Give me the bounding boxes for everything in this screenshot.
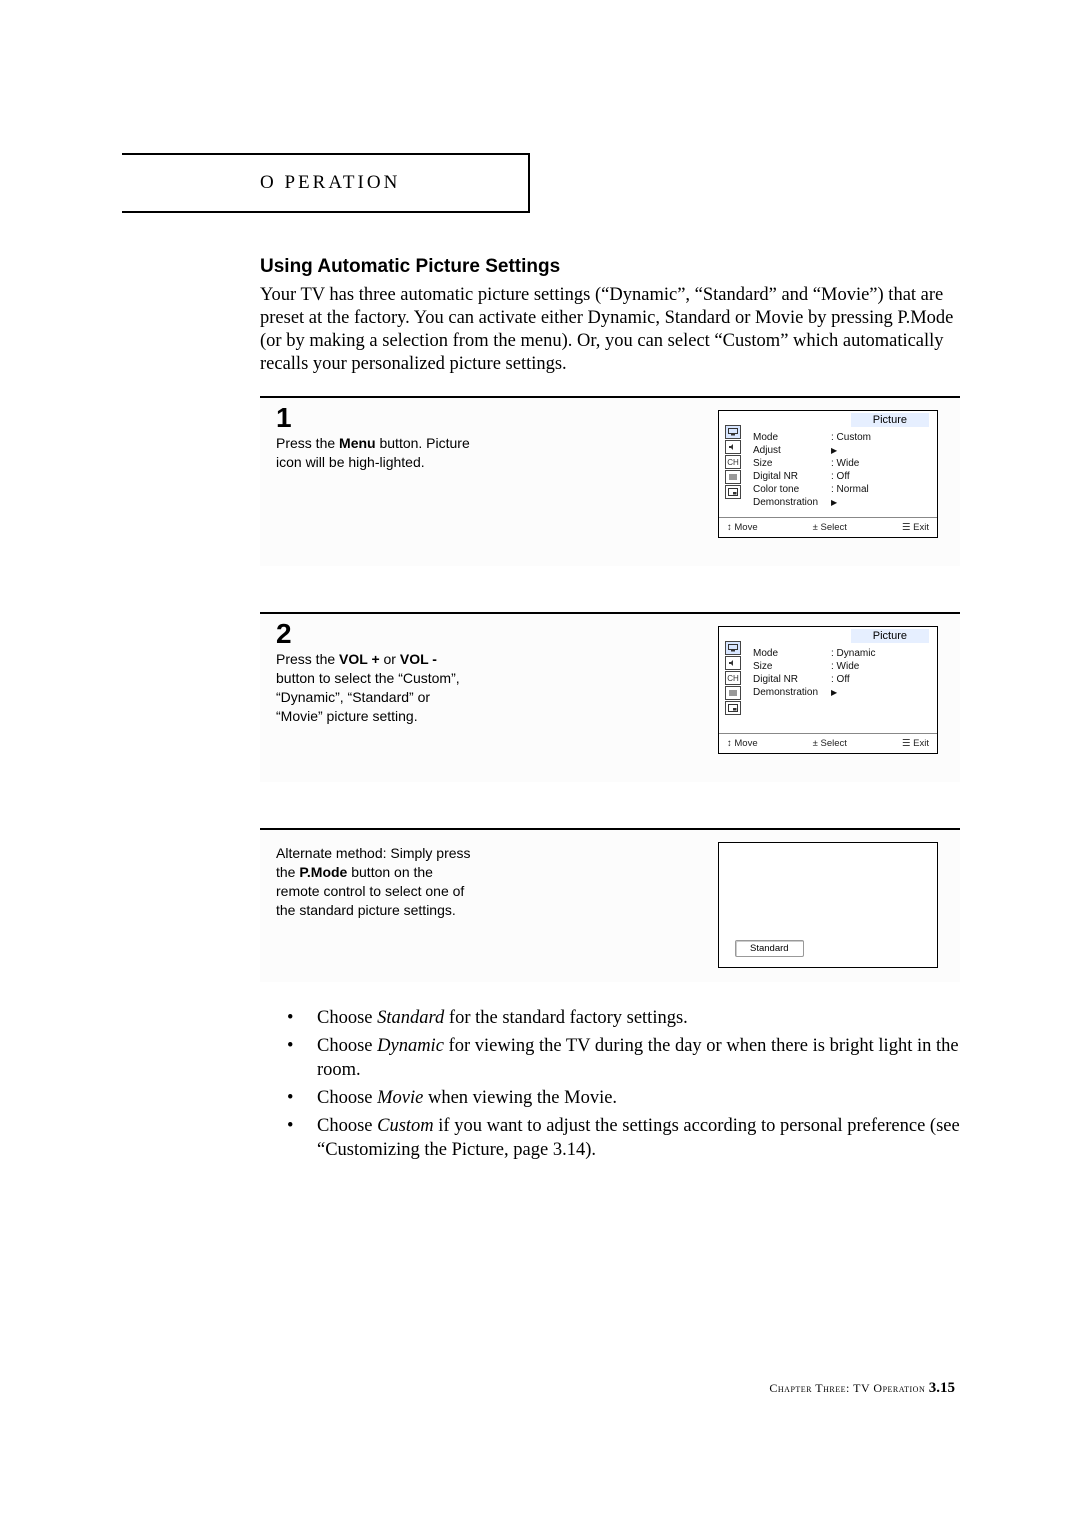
osd-2-hints: ↕ Move ± Select ☰ Exit — [719, 733, 937, 752]
osd-1-val-5-arrow — [831, 496, 891, 509]
step-2-post: button to select the “Custom”, “Dynamic”… — [276, 670, 460, 724]
intro-paragraph: Your TV has three automatic picture sett… — [260, 284, 960, 377]
bullet-marker: • — [287, 1034, 317, 1082]
step-2-number: 2 — [276, 618, 292, 650]
list-item: • Choose Movie when viewing the Movie. — [287, 1086, 967, 1110]
osd-2-val-1: : Wide — [831, 660, 891, 673]
bullet-marker: • — [287, 1114, 317, 1162]
osd-2-move: ↕ Move — [727, 738, 758, 749]
channel-icon: CH — [725, 455, 741, 469]
step-2-block: 2 Press the VOL + or VOL - button to sel… — [260, 612, 960, 782]
osd-1-category-icons: CH — [725, 425, 741, 499]
setup-icon — [725, 686, 741, 700]
step-alt-bold: P.Mode — [299, 864, 347, 880]
step-1-text: Press the Menu button. Picture icon will… — [276, 434, 476, 472]
step-1-number: 1 — [276, 402, 292, 434]
osd-1-val-3: : Off — [831, 470, 891, 483]
osd-2-category-icons: CH — [725, 641, 741, 715]
osd-1-move: ↕ Move — [727, 522, 758, 533]
osd-2-key-3: Demonstration — [753, 686, 831, 699]
step-2-bold-2: VOL - — [400, 651, 437, 667]
bullet-4-italic: Custom — [377, 1116, 434, 1136]
step-2-pre: Press the — [276, 651, 339, 667]
osd-1-key-5: Demonstration — [753, 496, 831, 509]
step-2-mid: or — [380, 651, 400, 667]
osd-1-key-3: Digital NR — [753, 470, 831, 483]
bullet-3-post: when viewing the Movie. — [423, 1088, 617, 1108]
bullet-marker: • — [287, 1006, 317, 1030]
osd-2-select: ± Select — [813, 738, 847, 749]
osd-1-key-1: Adjust — [753, 444, 831, 457]
osd-2-exit: ☰ Exit — [902, 738, 929, 749]
bullet-2-italic: Dynamic — [377, 1036, 444, 1056]
osd-picture-menu-2: Picture CH Mode: Dynamic Size: Wide Digi… — [718, 626, 938, 754]
step-1-block: 1 Press the Menu button. Picture icon wi… — [260, 396, 960, 566]
bullet-1-italic: Standard — [377, 1008, 444, 1028]
osd-1-val-0: : Custom — [831, 431, 891, 444]
bullet-1-pre: Choose — [317, 1008, 377, 1028]
osd-1-val-2: : Wide — [831, 457, 891, 470]
osd-1-key-0: Mode — [753, 431, 831, 444]
osd-picture-menu-1: Picture CH Mode: Custom Adjust Size: Wid… — [718, 410, 938, 538]
step-1-bold: Menu — [339, 435, 376, 451]
sound-icon — [725, 440, 741, 454]
osd-2-key-2: Digital NR — [753, 673, 831, 686]
osd-1-select: ± Select — [813, 522, 847, 533]
osd-1-hints: ↕ Move ± Select ☰ Exit — [719, 517, 937, 536]
osd-1-key-2: Size — [753, 457, 831, 470]
bullet-4-pre: Choose — [317, 1116, 377, 1136]
bullet-1-post: for the standard factory settings. — [444, 1008, 688, 1028]
osd-1-list: Mode: Custom Adjust Size: Wide Digital N… — [753, 431, 891, 509]
osd-2-val-3-arrow — [831, 686, 891, 699]
page-footer: Chapter Three: TV Operation 3.15 — [769, 1380, 955, 1397]
osd-1-key-4: Color tone — [753, 483, 831, 496]
step-2-bold-1: VOL + — [339, 651, 380, 667]
osd-1-val-4: : Normal — [831, 483, 891, 496]
bullet-list: • Choose Standard for the standard facto… — [287, 1006, 967, 1166]
step-2-text: Press the VOL + or VOL - button to selec… — [276, 650, 476, 726]
bullet-3-italic: Movie — [377, 1088, 423, 1108]
channel-icon: CH — [725, 671, 741, 685]
picture-icon — [725, 425, 741, 439]
osd-2-key-0: Mode — [753, 647, 831, 660]
step-alt-block: Alternate method: Simply press the P.Mod… — [260, 828, 960, 982]
bullet-marker: • — [287, 1086, 317, 1110]
pip-icon — [725, 485, 741, 499]
list-item: • Choose Dynamic for viewing the TV duri… — [287, 1034, 967, 1082]
osd-1-exit: ☰ Exit — [902, 522, 929, 533]
step-alt-text: Alternate method: Simply press the P.Mod… — [276, 844, 476, 920]
osd-2-key-1: Size — [753, 660, 831, 673]
osd-pmode-label: Standard — [735, 940, 804, 957]
osd-2-title: Picture — [851, 629, 929, 643]
osd-pmode-screen: Standard — [718, 842, 938, 968]
setup-icon — [725, 470, 741, 484]
picture-icon — [725, 641, 741, 655]
osd-1-title: Picture — [851, 413, 929, 427]
list-item: • Choose Custom if you want to adjust th… — [287, 1114, 967, 1162]
osd-2-list: Mode: Dynamic Size: Wide Digital NR: Off… — [753, 647, 891, 699]
osd-2-val-2: : Off — [831, 673, 891, 686]
osd-2-val-0: : Dynamic — [831, 647, 891, 660]
list-item: • Choose Standard for the standard facto… — [287, 1006, 967, 1030]
operation-tab-label: O PERATION — [260, 172, 400, 194]
manual-page: O PERATION Using Automatic Picture Setti… — [0, 0, 1080, 1528]
footer-chapter: Chapter Three: TV Operation — [769, 1381, 928, 1395]
bullet-2-pre: Choose — [317, 1036, 377, 1056]
sound-icon — [725, 656, 741, 670]
bullet-3-pre: Choose — [317, 1088, 377, 1108]
osd-1-val-1-arrow — [831, 444, 891, 457]
step-1-pre: Press the — [276, 435, 339, 451]
footer-page-number: 3.15 — [929, 1380, 955, 1396]
pip-icon — [725, 701, 741, 715]
section-title: Using Automatic Picture Settings — [260, 256, 560, 278]
